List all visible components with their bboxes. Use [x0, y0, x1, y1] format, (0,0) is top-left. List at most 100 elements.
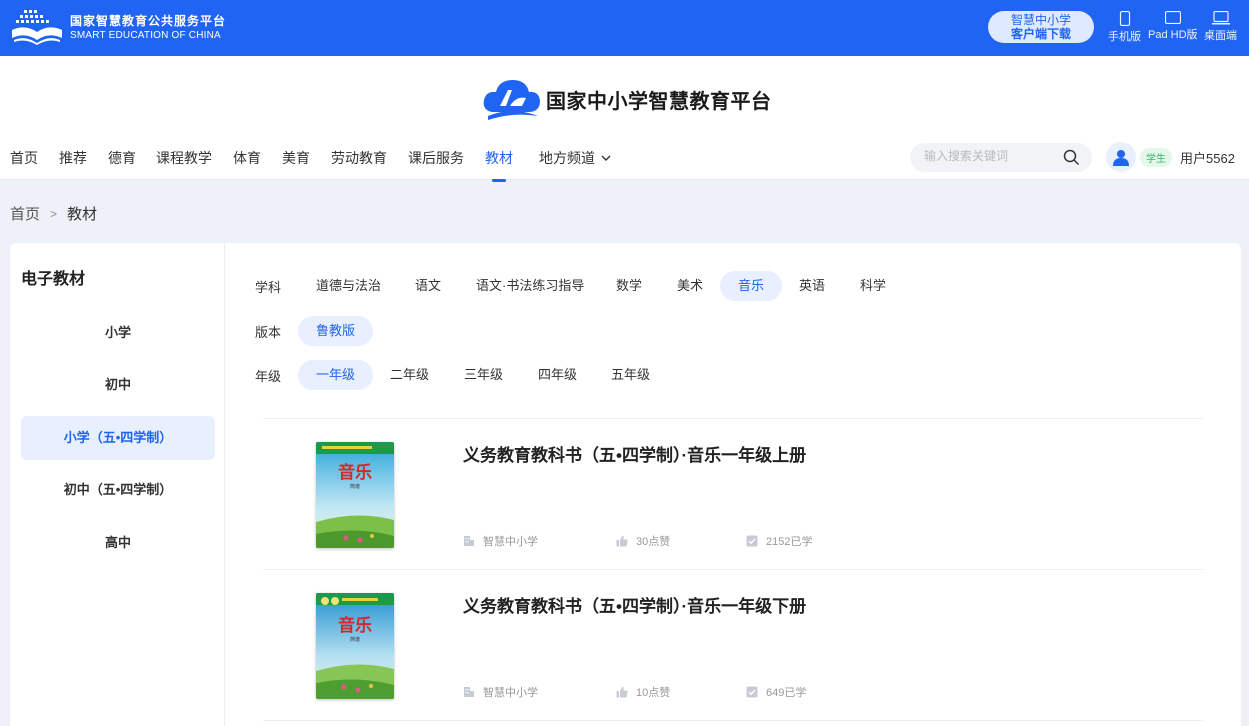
device-tablet-label: Pad HD版 [1148, 29, 1198, 41]
nav-textbooks[interactable]: 教材 [485, 148, 513, 182]
book-learners: 649已学 [746, 684, 806, 700]
publisher-text: 智慧中小学 [483, 687, 538, 699]
phone-icon [1119, 11, 1130, 26]
nav-local-channel[interactable]: 地方频道 [539, 148, 611, 168]
nav-after-school[interactable]: 课后服务 [408, 148, 464, 168]
learners-text: 2152已学 [766, 536, 813, 548]
download-line1: 智慧中小学 [1010, 13, 1071, 27]
edition-label: 版本 [255, 324, 282, 340]
tablet-icon [1164, 11, 1181, 24]
subject-chip[interactable]: 语文 [397, 271, 459, 301]
book-cover[interactable]: 音乐 简谱 [316, 593, 394, 699]
nav-local-channel-label: 地方频道 [539, 150, 595, 166]
grade-chip[interactable]: 三年级 [446, 360, 521, 390]
building-icon [464, 687, 474, 697]
book-title[interactable]: 义务教育教科书（五•四学制）·音乐一年级下册 [463, 592, 806, 617]
learners-text: 649已学 [766, 687, 807, 699]
subject-label: 学科 [255, 279, 282, 295]
likes-text: 30点赞 [636, 536, 671, 548]
cloud-book-logo-icon [483, 80, 540, 120]
nav-labor[interactable]: 劳动教育 [331, 148, 387, 168]
user-icon [1113, 150, 1129, 166]
book-learners: 2152已学 [746, 533, 812, 549]
subject-chip[interactable]: 音乐 [720, 271, 783, 301]
grade-chip[interactable]: 五年级 [593, 360, 668, 390]
breadcrumb-home[interactable]: 首页 [10, 203, 40, 224]
study-record-icon [746, 686, 758, 698]
svg-text:简谱: 简谱 [350, 636, 360, 643]
svg-text:音乐: 音乐 [338, 615, 372, 636]
study-record-icon [746, 535, 758, 547]
brand-chinese-name: 国家智慧教育公共服务平台 [70, 13, 227, 28]
book-cover-image-icon: 音乐 简谱 [316, 593, 394, 699]
site-logo[interactable]: 国家中小学智慧教育平台 [482, 76, 772, 122]
sidebar-item-junior[interactable]: 初中 [21, 363, 215, 407]
device-desktop[interactable]: 桌面端 [1204, 11, 1237, 43]
platform-brand[interactable]: 国家智慧教育公共服务平台 SMART EDUCATION OF CHINA [10, 8, 226, 46]
user-menu[interactable]: 学生 用户5562 [1106, 142, 1235, 172]
sidebar-item-primary[interactable]: 小学 [21, 311, 215, 355]
device-phone-label: 手机版 [1108, 31, 1141, 43]
nav-arts[interactable]: 美育 [282, 148, 310, 168]
svg-text:音乐: 音乐 [338, 462, 372, 483]
breadcrumb-separator: > [50, 206, 58, 221]
site-header: 国家中小学智慧教育平台 首页 推荐 德育 课程教学 体育 美育 劳动教育 课后服… [0, 56, 1249, 182]
grade-label: 年级 [255, 368, 282, 384]
search-icon[interactable] [1063, 149, 1080, 166]
thumbs-up-icon [616, 535, 628, 547]
book-item[interactable]: 音乐 简谱 义务教育教科书（五•四学制）·音乐一年级上册 智慧中小学 30点赞 … [263, 419, 1203, 569]
sidebar-item-junior-54[interactable]: 初中（五•四学制） [21, 468, 215, 512]
subject-chip[interactable]: 语文·书法练习指导 [458, 271, 602, 301]
top-bar: 国家智慧教育公共服务平台 SMART EDUCATION OF CHINA 智慧… [0, 0, 1249, 56]
svg-text:简谱: 简谱 [350, 483, 360, 490]
subject-chip[interactable]: 英语 [781, 271, 843, 301]
likes-text: 10点赞 [636, 687, 671, 699]
device-tablet[interactable]: Pad HD版 [1148, 11, 1198, 42]
chevron-down-icon [601, 155, 611, 161]
device-desktop-label: 桌面端 [1204, 30, 1237, 42]
sidebar-title: 电子教材 [21, 271, 86, 288]
edition-chip[interactable]: 鲁教版 [298, 316, 374, 346]
nav-moral[interactable]: 德育 [108, 148, 136, 168]
site-title: 国家中小学智慧教育平台 [546, 90, 772, 113]
client-download-button[interactable]: 智慧中小学 客户端下载 [988, 11, 1094, 43]
breadcrumb: 首页 > 教材 [10, 203, 97, 224]
book-likes[interactable]: 30点赞 [616, 533, 670, 549]
search-box [910, 143, 1092, 172]
sidebar: 电子教材 小学 初中 小学（五•四学制） 初中（五•四学制） 高中 [10, 243, 225, 726]
nav-recommend[interactable]: 推荐 [59, 148, 87, 168]
building-icon [464, 536, 474, 546]
platform-logo-icon [12, 10, 62, 45]
breadcrumb-current: 教材 [67, 206, 98, 223]
device-phone[interactable]: 手机版 [1108, 11, 1141, 44]
grade-chip[interactable]: 四年级 [520, 360, 595, 390]
sidebar-item-senior[interactable]: 高中 [21, 521, 215, 565]
brand-english-name: SMART EDUCATION OF CHINA [70, 29, 221, 41]
book-publisher: 智慧中小学 [463, 684, 538, 700]
book-item[interactable]: 音乐 简谱 义务教育教科书（五•四学制）·音乐一年级下册 智慧中小学 10点赞 … [263, 570, 1203, 720]
book-title[interactable]: 义务教育教科书（五•四学制）·音乐一年级上册 [463, 441, 806, 466]
username[interactable]: 用户5562 [1180, 148, 1235, 167]
avatar[interactable] [1106, 142, 1136, 172]
publisher-text: 智慧中小学 [483, 536, 538, 548]
grade-chip[interactable]: 二年级 [372, 360, 447, 390]
divider [263, 720, 1203, 721]
subject-chip[interactable]: 科学 [842, 271, 904, 301]
subject-chip[interactable]: 道德与法治 [298, 271, 399, 301]
nav-courses[interactable]: 课程教学 [156, 148, 212, 168]
book-likes[interactable]: 10点赞 [616, 684, 670, 700]
book-cover-image-icon: 音乐 简谱 [316, 442, 394, 548]
book-cover[interactable]: 音乐 简谱 [316, 442, 394, 548]
grade-chip[interactable]: 一年级 [298, 360, 374, 390]
subject-chip[interactable]: 美术 [659, 271, 721, 301]
desktop-icon [1211, 11, 1230, 25]
nav-sports[interactable]: 体育 [233, 148, 261, 168]
subject-filter-row: 学科 道德与法治 语文 语文·书法练习指导 数学 美术 音乐 英语 科学 [255, 271, 955, 301]
thumbs-up-icon [616, 686, 628, 698]
subject-chip[interactable]: 数学 [598, 271, 660, 301]
nav-home[interactable]: 首页 [10, 148, 38, 168]
search-input[interactable] [924, 149, 1054, 163]
content-card: 电子教材 小学 初中 小学（五•四学制） 初中（五•四学制） 高中 学科 道德与… [10, 243, 1241, 726]
book-publisher: 智慧中小学 [463, 533, 538, 549]
sidebar-item-primary-54[interactable]: 小学（五•四学制） [21, 416, 215, 460]
